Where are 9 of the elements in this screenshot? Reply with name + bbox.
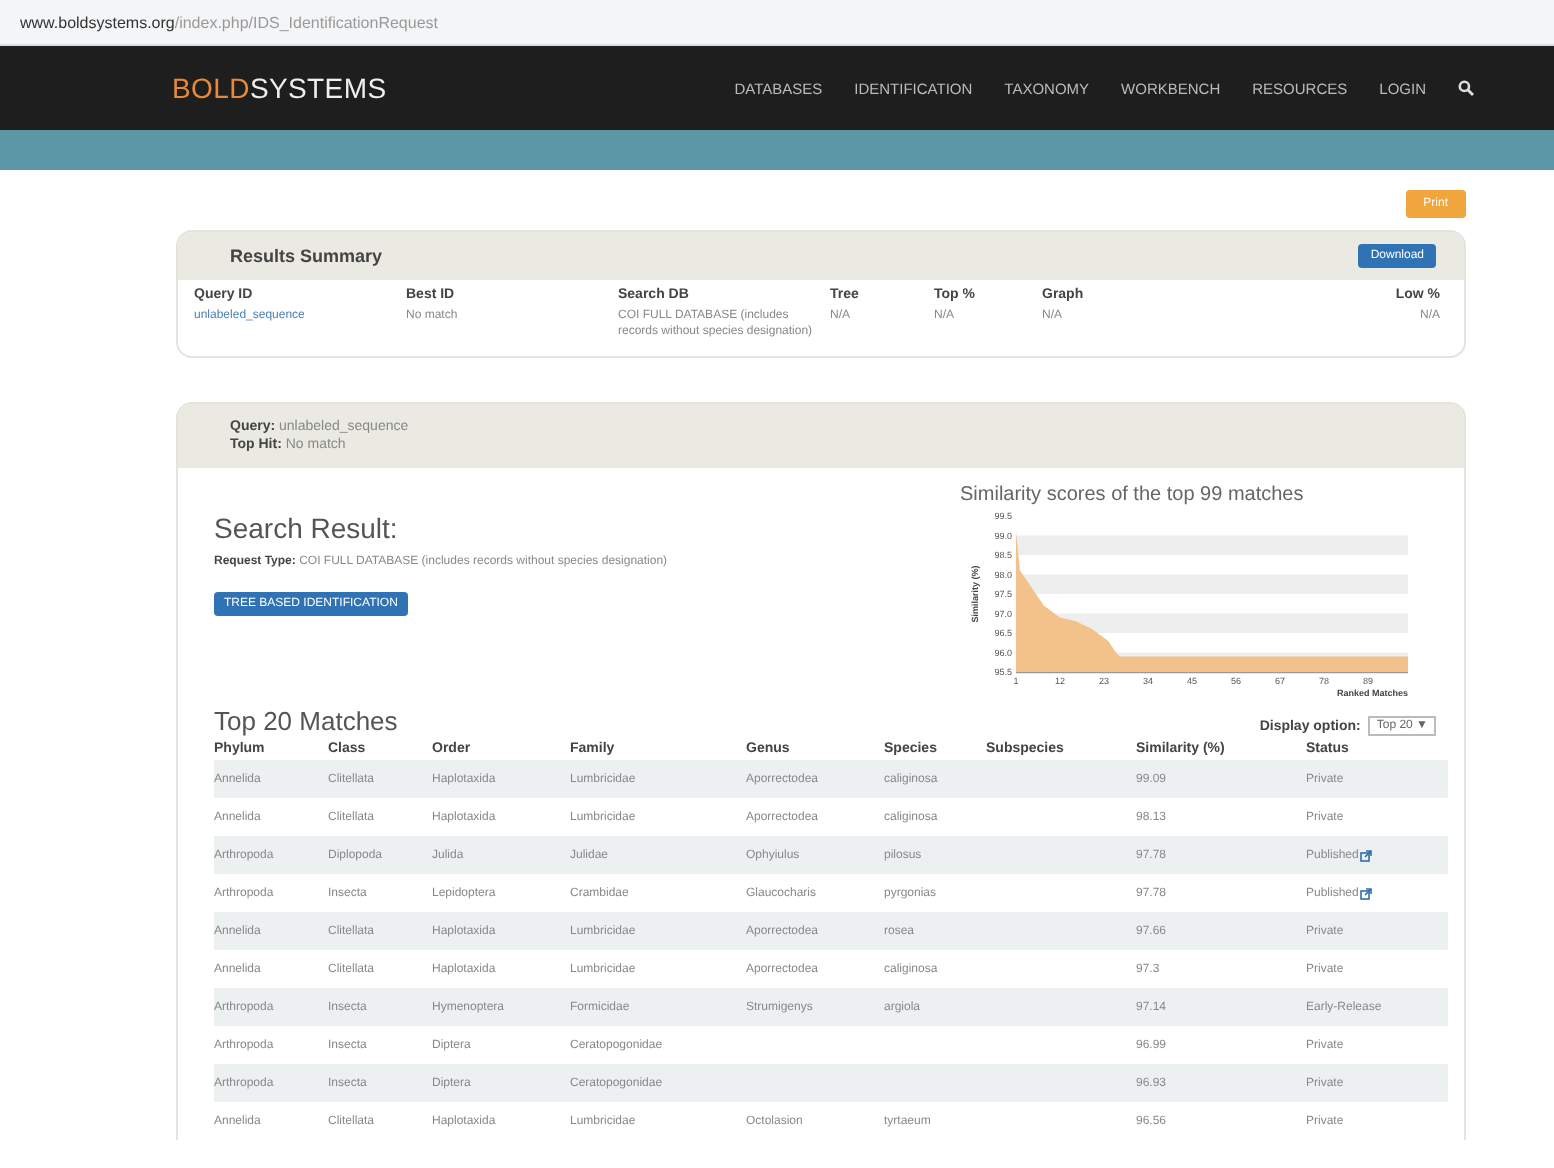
site-logo[interactable]: BOLDSYSTEMS (172, 72, 387, 104)
url-text[interactable]: www.boldsystems.org/index.php/IDS_IdentificationRequest (20, 13, 438, 31)
search-icon[interactable] (1458, 80, 1474, 96)
section-title: Search Result: (214, 512, 400, 545)
section-title: Top 20 Matches (214, 706, 398, 737)
card-title: Results Summary (230, 246, 383, 266)
external-link-icon[interactable] (1360, 849, 1373, 862)
external-link-icon[interactable] (1360, 887, 1373, 900)
chart-title: Similarity scores of the top 99 matches (960, 484, 1306, 507)
